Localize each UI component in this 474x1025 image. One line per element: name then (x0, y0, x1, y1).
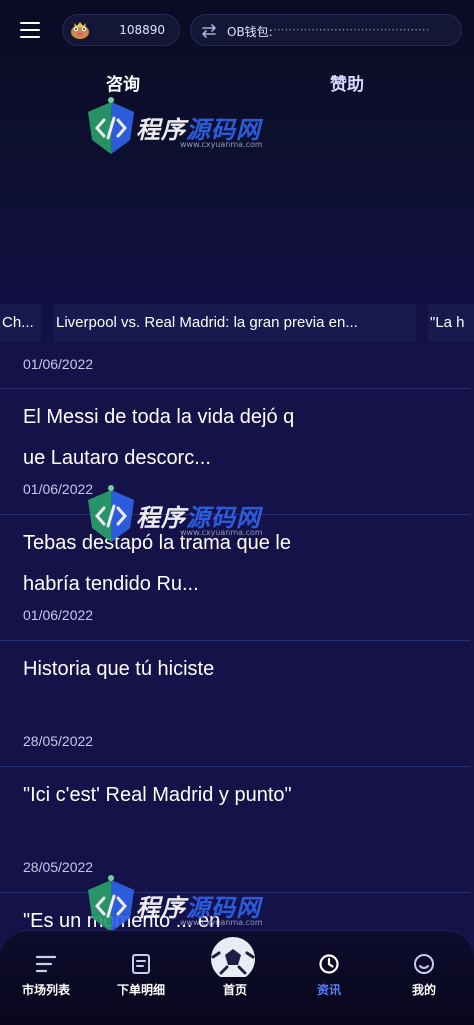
ticker-item[interactable]: Liverpool vs. Real Madrid: la gran previ… (54, 304, 416, 342)
order-icon (132, 954, 150, 974)
avatar-coin-icon (71, 22, 89, 39)
clock-icon (319, 954, 339, 974)
ticker-item[interactable]: Ch... (0, 304, 41, 342)
balance-pill[interactable]: 108890 (62, 14, 180, 46)
nav-order-details[interactable]: 下单明细 (106, 953, 176, 1013)
news-title: "Ici c'est' Real Madrid y punto" (23, 784, 292, 806)
swap-icon[interactable] (199, 21, 219, 41)
top-banner-area (0, 0, 474, 345)
news-date: 28/05/2022 (23, 733, 94, 749)
wallet-address: ········································… (273, 23, 430, 37)
tab-sponsor[interactable]: 赞助 (287, 70, 407, 95)
nav-label: 首页 (222, 983, 247, 997)
nav-label: 我的 (411, 983, 436, 997)
tab-consult[interactable]: 咨询 (63, 70, 183, 95)
news-title: Historia que tú hiciste (23, 658, 215, 680)
news-card[interactable]: 01/06/2022 (0, 345, 470, 389)
news-title: Tebas destapó la trama que le habría ten… (23, 532, 291, 595)
news-list: 01/06/2022 El Messi de toda la vida dejó… (0, 345, 474, 935)
news-card[interactable]: "Ici c'est' Real Madrid y punto" 28/05/2… (0, 769, 470, 893)
news-date: 28/05/2022 (23, 859, 94, 875)
news-date: 01/06/2022 (23, 607, 94, 623)
soccer-ball-icon[interactable] (203, 935, 263, 977)
wallet-label: OB钱包: (227, 25, 273, 39)
list-icon (35, 955, 57, 973)
news-card[interactable]: Tebas destapó la trama que le habría ten… (0, 517, 470, 641)
news-ticker: Ch... Liverpool vs. Real Madrid: la gran… (0, 304, 474, 342)
nav-label: 市场列表 (21, 983, 70, 997)
nav-label: 资讯 (316, 983, 341, 997)
news-card[interactable]: "Es un momento ... en (0, 895, 470, 935)
wallet-pill[interactable]: OB钱包: ··································… (190, 14, 462, 46)
menu-icon[interactable] (20, 21, 40, 39)
news-date: 01/06/2022 (23, 481, 94, 497)
news-card[interactable]: Historia que tú hiciste 28/05/2022 (0, 643, 470, 767)
news-title: El Messi de toda la vida dejó que Lautar… (23, 406, 295, 469)
news-card[interactable]: El Messi de toda la vida dejó que Lautar… (0, 391, 470, 515)
ticker-item[interactable]: "La h (428, 304, 474, 342)
header: 108890 OB钱包: ···························… (0, 10, 474, 50)
profile-icon (414, 954, 434, 974)
tab-bar: 咨询 赞助 (0, 70, 474, 100)
nav-news[interactable]: 资讯 (294, 953, 364, 1013)
balance-value: 108890 (119, 23, 165, 37)
nav-market-list[interactable]: 市场列表 (11, 953, 81, 1013)
nav-profile[interactable]: 我的 (389, 953, 459, 1013)
news-date: 01/06/2022 (23, 356, 94, 372)
nav-label: 下单明细 (116, 983, 165, 997)
